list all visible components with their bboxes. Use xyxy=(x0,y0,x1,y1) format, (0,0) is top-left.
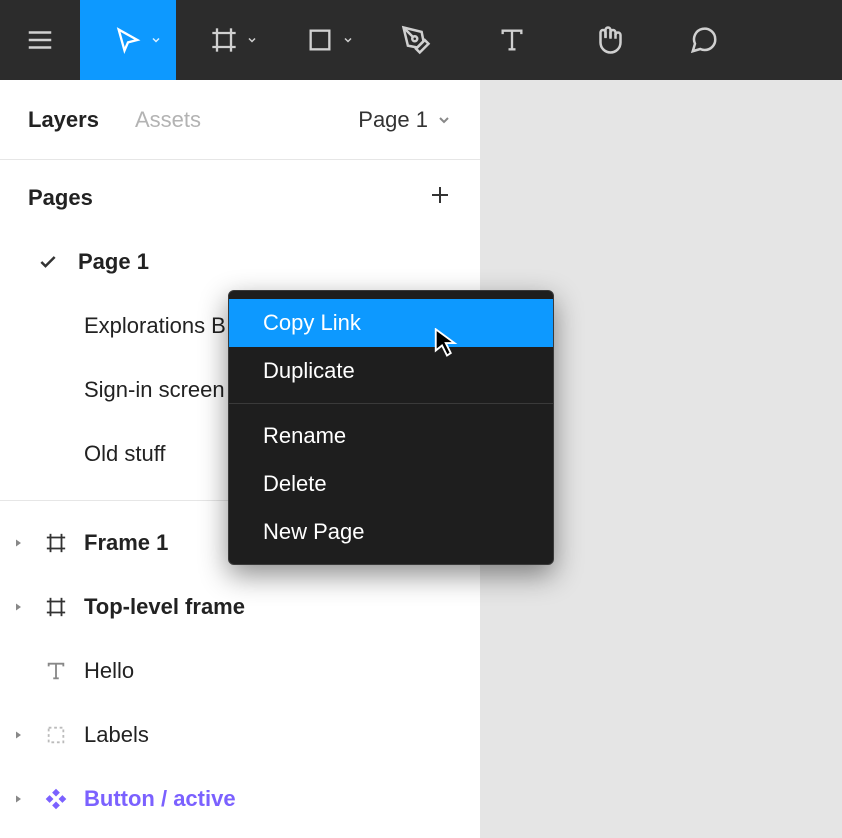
text-icon xyxy=(42,660,70,682)
move-tool-button[interactable] xyxy=(80,0,176,80)
menu-item-rename[interactable]: Rename xyxy=(229,412,553,460)
page-item[interactable]: Page 1 xyxy=(0,230,480,294)
layer-item-text[interactable]: Hello xyxy=(0,639,480,703)
chevron-down-icon xyxy=(246,34,258,46)
menu-item-copy-link[interactable]: Copy Link xyxy=(229,299,553,347)
menu-item-new-page[interactable]: New Page xyxy=(229,508,553,556)
plus-icon xyxy=(428,183,452,207)
frame-tool-icon xyxy=(210,26,238,54)
chevron-down-icon xyxy=(150,34,162,46)
layer-label: Labels xyxy=(84,722,149,748)
pen-tool-button[interactable] xyxy=(368,0,464,80)
hand-tool-button[interactable] xyxy=(560,0,656,80)
pen-tool-icon xyxy=(401,25,431,55)
chevron-down-icon xyxy=(342,34,354,46)
check-icon xyxy=(36,252,60,272)
layer-item-group[interactable]: Labels xyxy=(0,703,480,767)
text-tool-button[interactable] xyxy=(464,0,560,80)
frame-icon xyxy=(42,532,70,554)
comment-tool-button[interactable] xyxy=(656,0,752,80)
page-selector[interactable]: Page 1 xyxy=(358,107,452,133)
text-tool-icon xyxy=(498,26,526,54)
layers-tab[interactable]: Layers xyxy=(28,107,99,133)
assets-tab[interactable]: Assets xyxy=(135,107,201,133)
layer-label: Frame 1 xyxy=(84,530,168,556)
top-toolbar xyxy=(0,0,842,80)
expand-caret-icon[interactable] xyxy=(8,729,28,741)
menu-button[interactable] xyxy=(0,0,80,80)
chevron-down-icon xyxy=(436,112,452,128)
comment-icon xyxy=(689,25,719,55)
context-menu: Copy Link Duplicate Rename Delete New Pa… xyxy=(228,290,554,565)
layer-label: Button / active xyxy=(84,786,236,812)
frame-icon xyxy=(42,596,70,618)
layer-label: Top-level frame xyxy=(84,594,245,620)
expand-caret-icon[interactable] xyxy=(8,537,28,549)
sidebar-tabs: Layers Assets Page 1 xyxy=(0,80,480,160)
menu-icon xyxy=(25,25,55,55)
menu-item-duplicate[interactable]: Duplicate xyxy=(229,347,553,395)
shape-tool-button[interactable] xyxy=(272,0,368,80)
expand-caret-icon[interactable] xyxy=(8,793,28,805)
move-tool-icon xyxy=(114,26,142,54)
layer-label: Hello xyxy=(84,658,134,684)
page-selector-label: Page 1 xyxy=(358,107,428,133)
menu-separator xyxy=(229,403,553,404)
pages-header: Pages xyxy=(0,166,480,230)
hand-tool-icon xyxy=(593,25,623,55)
add-page-button[interactable] xyxy=(428,183,452,213)
frame-tool-button[interactable] xyxy=(176,0,272,80)
menu-item-delete[interactable]: Delete xyxy=(229,460,553,508)
expand-caret-icon[interactable] xyxy=(8,601,28,613)
rectangle-icon xyxy=(306,26,334,54)
layer-item-frame[interactable]: Top-level frame xyxy=(0,575,480,639)
layer-item-component[interactable]: Button / active xyxy=(0,767,480,831)
page-label: Sign-in screen xyxy=(84,377,225,403)
pages-header-label: Pages xyxy=(28,185,93,211)
page-label: Explorations B xyxy=(84,313,226,339)
group-icon xyxy=(42,724,70,746)
page-label: Old stuff xyxy=(84,441,166,467)
component-icon xyxy=(42,788,70,810)
page-label: Page 1 xyxy=(78,249,149,275)
